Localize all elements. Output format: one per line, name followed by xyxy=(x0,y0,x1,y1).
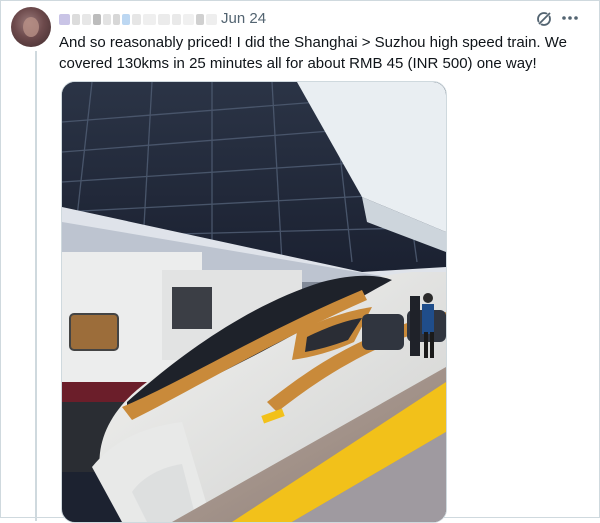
thread-line xyxy=(35,51,37,521)
train-photo-illustration xyxy=(62,82,446,522)
tweet-text: And so reasonably priced! I did the Shan… xyxy=(59,34,567,72)
avatar-face xyxy=(23,17,39,37)
author-name-redacted[interactable] xyxy=(59,11,217,27)
tweet-photo[interactable] xyxy=(61,81,447,523)
more-icon[interactable] xyxy=(560,9,580,27)
tweet-card[interactable]: Jun 24 And so reasonably priced! I did t… xyxy=(0,0,600,523)
tweet-header: Jun 24 xyxy=(59,9,589,29)
avatar[interactable] xyxy=(11,7,51,47)
grok-icon[interactable] xyxy=(535,10,553,28)
tweet-date[interactable]: Jun 24 xyxy=(221,10,266,27)
